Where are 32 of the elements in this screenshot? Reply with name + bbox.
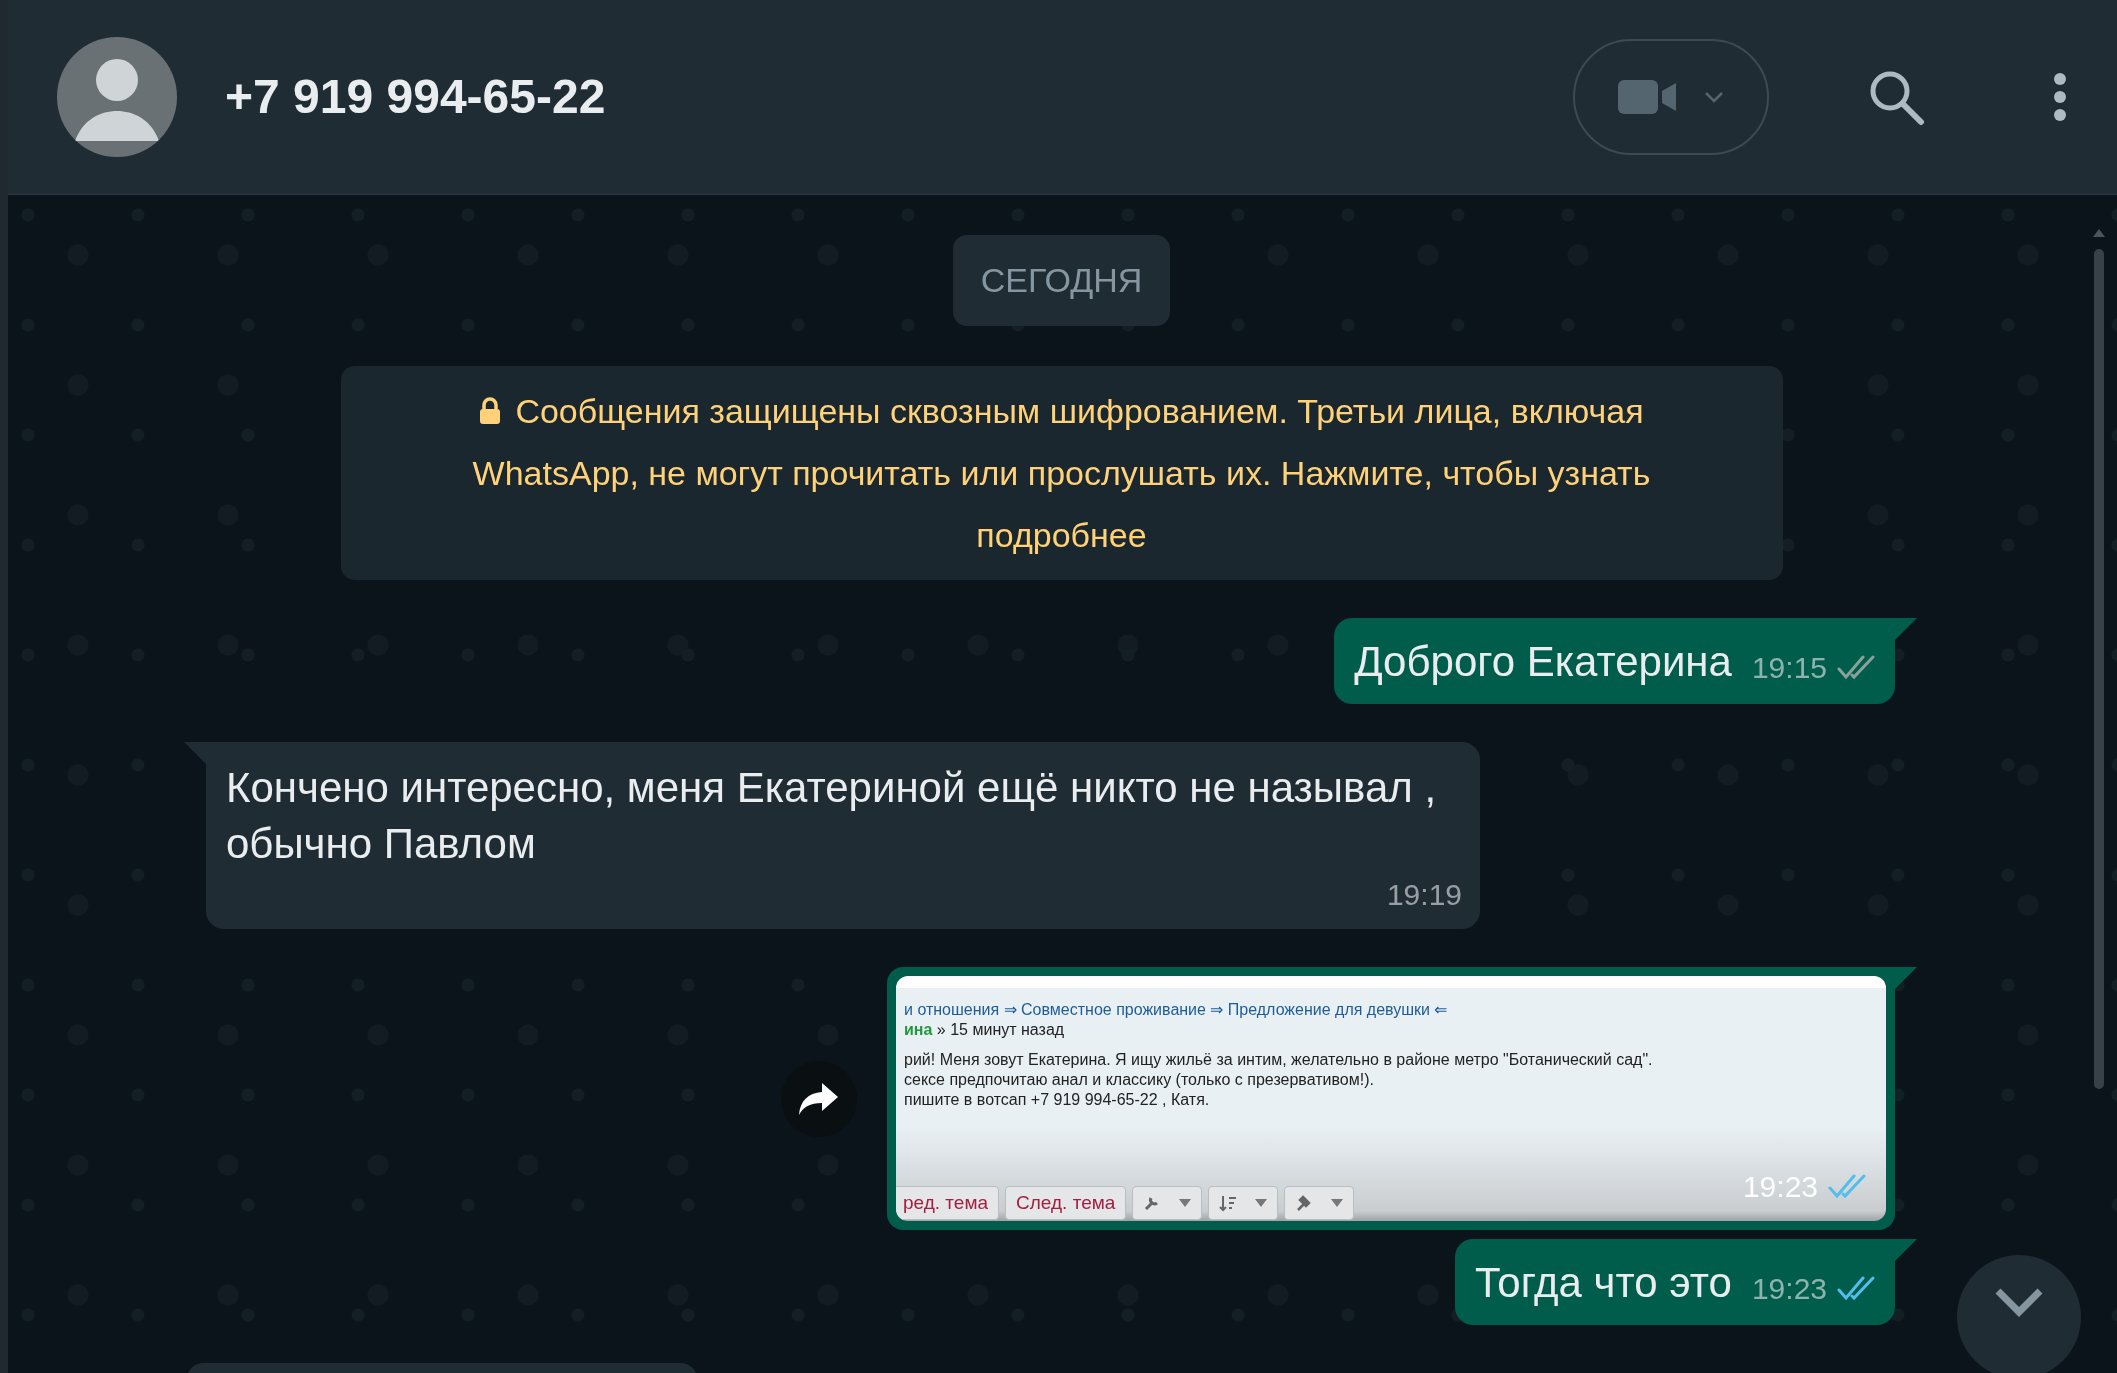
caret-icon [1331,1199,1344,1207]
message-time: 19:19 [1386,877,1462,913]
post-text: сексе предпочитаю анал и классику (только с презервативом!). [903,1070,1375,1090]
date-chip: СЕГОДНЯ [952,235,1171,326]
message-time: 19:23 [1751,1271,1827,1307]
chevron-down-icon [1704,91,1724,103]
tool-dropdown-button[interactable] [1132,1186,1203,1220]
encryption-notice[interactable]: Сообщения защищены сквозным шифрованием. Третьи лица, включая WhatsApp, не могут прочитать или прослушать их. Нажмите, чтобы узнать подробнее [340,366,1783,580]
caret-icon [1179,1199,1192,1207]
menu-icon [2053,72,2067,122]
caret-icon [1255,1199,1268,1207]
breadcrumb-text: и отношения ⇒ Совместное проживание ⇒ Предложение для девушки ⇐ [903,1000,1449,1020]
topic-button[interactable]: След. тема [1005,1186,1127,1220]
sort-icon [1219,1194,1238,1212]
message-text: Тогда что это [1474,1258,1732,1308]
author-name: ина [904,1021,933,1038]
post-time: » 15 минут назад [936,1021,1065,1038]
topic-button[interactable]: ред. тема [896,1186,1000,1220]
post-text: пишите в вотсап +7 919 994-65-22 , Катя. [903,1090,1211,1110]
message-text: Доброго Екатерина [1354,637,1732,687]
tool-dropdown-button[interactable] [1284,1186,1355,1220]
menu-button[interactable] [2053,72,2067,122]
forward-arrow-icon [798,1080,840,1117]
chevron-down-icon [1994,1287,2044,1317]
message-text: Кончено интересно, меня Екатериной ещё никто не называл , обычно Павлом [226,763,1438,869]
message-time: 19:15 [1751,650,1827,686]
video-call-button[interactable] [1573,39,1769,155]
video-camera-icon [1618,77,1678,117]
lock-icon [479,397,502,425]
contact-name: +7 919 994-65-22 [225,69,607,125]
tool-dropdown-button[interactable] [1208,1186,1279,1220]
post-text: рий! Меня зовут Екатерина. Я ищу жильё за интим, желательно в районе метро "Ботанический сад". [903,1050,1654,1070]
